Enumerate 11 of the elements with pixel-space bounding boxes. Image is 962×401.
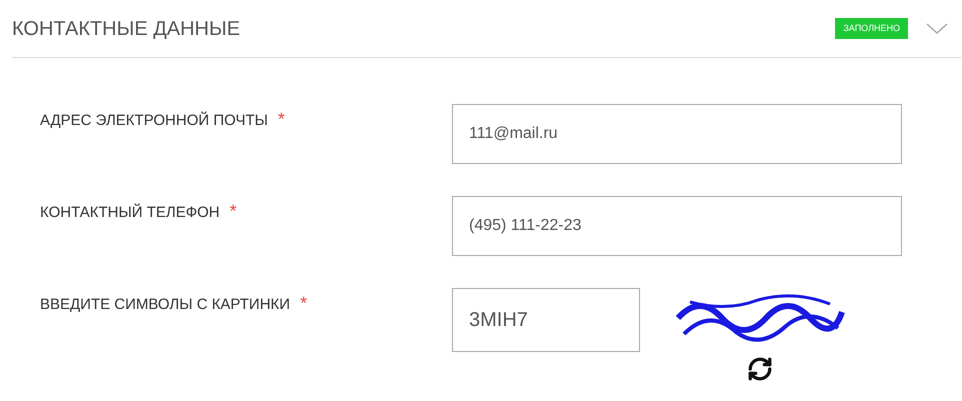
- required-mark: *: [300, 294, 308, 312]
- field-label: ВВЕДИТЕ СИМВОЛЫ С КАРТИНКИ: [40, 295, 290, 315]
- input-field[interactable]: (495) 111-22-23: [452, 196, 902, 256]
- required-mark: *: [278, 110, 285, 128]
- required-mark: *: [230, 202, 237, 220]
- section-title: КОНТАКТНЫЕ ДАННЫЕ: [12, 16, 242, 42]
- captcha-field[interactable]: 3MIH7: [452, 288, 640, 352]
- status-badge: ЗАПОЛНЕНО: [835, 18, 908, 40]
- field-label: АДРЕС ЭЛЕКТРОННОЙ ПОЧТЫ: [40, 110, 268, 131]
- input-field[interactable]: 111@mail.ru: [452, 104, 902, 164]
- field-label: КОНТАКТНЫЙ ТЕЛЕФОН: [40, 202, 220, 223]
